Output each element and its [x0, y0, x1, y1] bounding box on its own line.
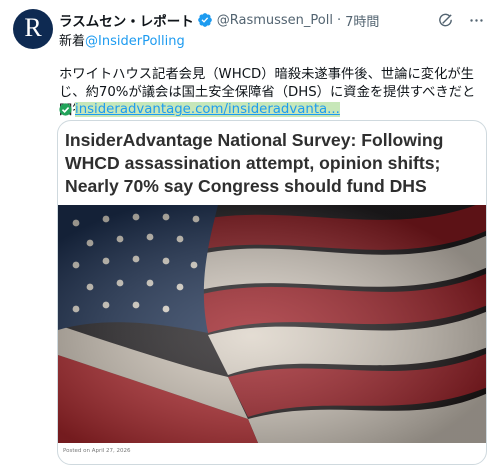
- grok-icon[interactable]: [437, 12, 454, 29]
- tweet-header: ラスムセン・レポート @Rasmussen_Poll · 7時間: [59, 10, 485, 30]
- separator-dot: ·: [336, 12, 342, 28]
- author-handle[interactable]: @Rasmussen_Poll: [217, 13, 333, 28]
- author-name[interactable]: ラスムセン・レポート: [59, 10, 194, 30]
- timestamp[interactable]: 7時間: [345, 11, 379, 30]
- link-card[interactable]: InsiderAdvantage National Survey: Follow…: [57, 120, 487, 465]
- american-flag-photo[interactable]: [58, 205, 486, 443]
- header-actions: [437, 12, 485, 29]
- article-link[interactable]: insideradvantage.com/insideradvanta...: [75, 102, 340, 117]
- checkmark-link-icon: [59, 103, 72, 116]
- tweet-subline: 新着@InsiderPolling: [59, 30, 185, 49]
- subline-prefix: 新着: [59, 34, 86, 49]
- card-footer: Posted on April 27, 2026: [63, 448, 131, 454]
- more-options-icon[interactable]: [468, 12, 485, 29]
- tweet: R ラスムセン・レポート @Rasmussen_Poll · 7時間 新着@In…: [0, 0, 495, 465]
- verified-badge-icon: [197, 13, 212, 27]
- mention-link[interactable]: @InsiderPolling: [85, 34, 185, 49]
- avatar[interactable]: R: [13, 9, 53, 49]
- avatar-letter: R: [24, 13, 42, 42]
- card-title[interactable]: InsiderAdvantage National Survey: Follow…: [65, 129, 485, 198]
- link-row: insideradvantage.com/insideradvanta...: [59, 102, 340, 117]
